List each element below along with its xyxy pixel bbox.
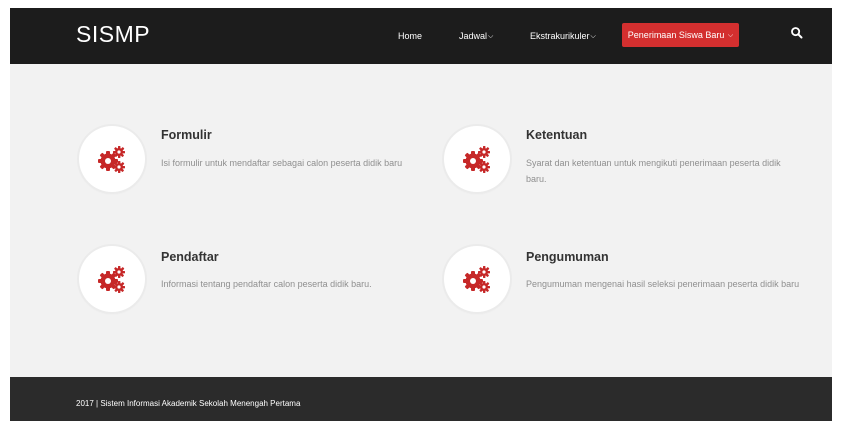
feature-icon-circle xyxy=(79,126,145,192)
brand-logo[interactable]: SISMP xyxy=(76,20,150,48)
feature-title: Pengumuman xyxy=(526,250,609,264)
feature-description: Syarat dan ketentuan untuk mengikuti pen… xyxy=(526,158,781,184)
search-icon xyxy=(791,27,803,39)
feature-description: Informasi tentang pendaftar calon pesert… xyxy=(161,279,372,289)
nav-item-label: Home xyxy=(398,31,423,41)
search-button[interactable] xyxy=(790,26,804,40)
feature-icon-circle xyxy=(444,246,510,312)
gears-icon xyxy=(463,266,490,293)
footer-copyright: 2017 | Sistem Informasi Akademik Sekolah… xyxy=(76,399,301,408)
feature-icon-circle xyxy=(444,126,510,192)
nav-item-jadwal[interactable]: Jadwal⌵ xyxy=(459,30,493,43)
nav-item-label: Jadwal xyxy=(459,31,488,41)
navbar: SISMP Home Jadwal⌵ Ekstrakurikuler⌵ Pene… xyxy=(10,8,832,64)
feature-description: Isi formulir untuk mendaftar sebagai cal… xyxy=(161,158,403,168)
chevron-down-icon: ⌵ xyxy=(727,32,734,39)
nav-item-home[interactable]: Home xyxy=(398,30,422,42)
gears-icon xyxy=(98,266,125,293)
gears-icon xyxy=(463,146,490,173)
chevron-down-icon: ⌵ xyxy=(590,33,596,40)
cta-label: Penerimaan Siswa Baru xyxy=(627,30,725,40)
feature-icon-circle xyxy=(79,246,145,312)
nav-item-label: Ekstrakurikuler xyxy=(530,31,590,41)
feature-title: Pendaftar xyxy=(161,250,219,264)
nav-item-ekstrakurikuler[interactable]: Ekstrakurikuler⌵ xyxy=(530,30,596,43)
gears-icon xyxy=(98,146,125,173)
feature-title: Ketentuan xyxy=(526,128,588,142)
feature-description: Pengumuman mengenai hasil seleksi peneri… xyxy=(526,279,800,289)
footer: 2017 | Sistem Informasi Akademik Sekolah… xyxy=(10,377,832,421)
feature-title: Formulir xyxy=(161,128,212,142)
chevron-down-icon: ⌵ xyxy=(488,33,494,40)
penerimaan-siswa-baru-button[interactable]: Penerimaan Siswa Baru ⌵ xyxy=(622,23,739,47)
page-frame: SISMP Home Jadwal⌵ Ekstrakurikuler⌵ Pene… xyxy=(10,8,832,421)
